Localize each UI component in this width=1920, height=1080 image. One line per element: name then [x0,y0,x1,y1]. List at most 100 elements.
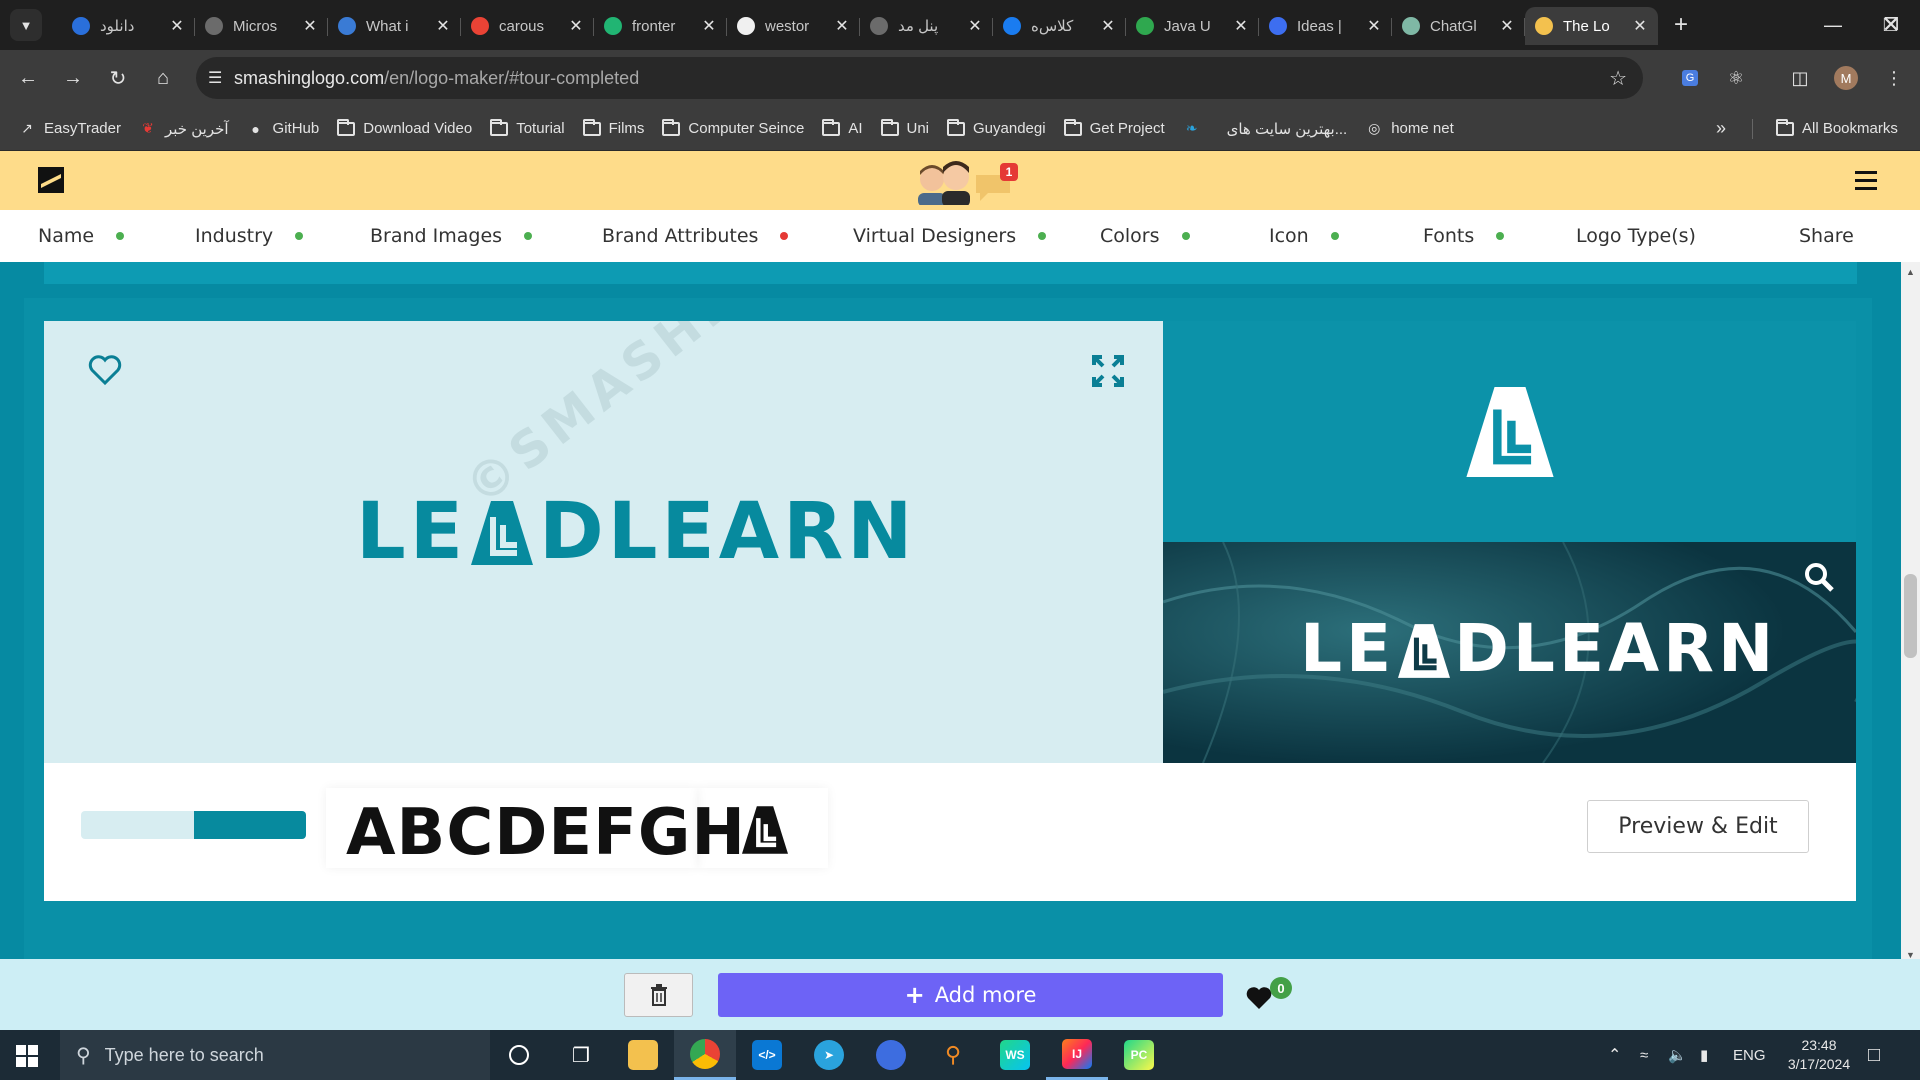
wizard-step[interactable]: Colors [1100,210,1190,262]
windows-start-icon[interactable] [16,1045,38,1072]
wizard-step[interactable]: Brand Images [370,210,533,262]
language-indicator[interactable]: ENG [1733,1030,1766,1080]
site-header: 1 [0,151,1920,210]
wifi-icon[interactable]: ≈ [1640,1030,1648,1080]
wizard-step[interactable]: Name [38,210,125,262]
browser-tab[interactable]: fronter ✕ [594,7,727,45]
minimize-button[interactable]: — [1804,0,1862,50]
translate-icon[interactable]: G [1672,60,1708,96]
tab-close-icon[interactable]: ✕ [1233,16,1249,36]
bookmark-item[interactable]: ❦ آخرین خبر [139,120,228,138]
file-explorer-icon[interactable] [612,1030,674,1080]
bookmark-item[interactable]: بهترین سایت های... [1227,120,1348,138]
browser-tab[interactable]: westor ✕ [727,7,860,45]
taskbar-search-box[interactable]: ⚲ Type here to search [60,1030,490,1080]
wizard-step[interactable]: Logo Type(s) [1576,210,1696,262]
webstorm-icon[interactable]: WS [984,1030,1046,1080]
telegram-icon[interactable]: ➤ [798,1030,860,1080]
page-scrollbar[interactable]: ▲ ▼ [1901,262,1920,962]
tab-close-icon[interactable]: ✕ [967,16,983,36]
new-tab-button[interactable]: + [1674,11,1688,39]
app-icon-blue[interactable] [860,1030,922,1080]
chrome-taskbar-icon[interactable] [674,1030,736,1080]
clock[interactable]: 23:48 3/17/2024 [1774,1030,1864,1080]
site-info-icon[interactable]: ☰ [208,68,234,88]
browser-tab[interactable]: دانلود ✕ [62,7,195,45]
delete-button[interactable] [624,973,693,1017]
browser-tab[interactable]: What i ✕ [328,7,461,45]
all-bookmarks-button[interactable]: All Bookmarks [1776,118,1898,137]
tab-close-icon[interactable]: ✕ [834,16,850,36]
scroll-up-arrow[interactable]: ▲ [1906,267,1915,277]
battery-icon[interactable]: ▮ [1700,1030,1708,1080]
task-view-icon[interactable]: ❐ [550,1030,612,1080]
browser-tab[interactable]: Micros ✕ [195,7,328,45]
profile-avatar[interactable]: M [1828,60,1864,96]
bookmark-item[interactable]: ❧ [1183,120,1209,137]
bookmark-item[interactable]: Toturial [490,118,565,137]
browser-tab[interactable]: کلاس‌ه ✕ [993,7,1126,45]
bookmark-item[interactable]: ◎ home net [1365,120,1454,137]
bookmark-item[interactable]: AI [822,118,863,137]
menu-kebab-icon[interactable]: ⋮ [1876,60,1912,96]
bookmark-item[interactable]: ↗ EasyTrader [18,120,121,137]
bookmark-item[interactable]: Guyandegi [947,118,1046,137]
tab-close-icon[interactable]: ✕ [302,16,318,36]
bookmark-item[interactable]: Films [582,118,644,137]
add-more-button[interactable]: + Add more [718,973,1223,1017]
bookmark-item[interactable]: ● GitHub [247,120,319,137]
tab-close-icon[interactable]: ✕ [435,16,451,36]
bookmark-item[interactable]: Get Project [1063,118,1165,137]
vscode-icon[interactable]: </> [736,1030,798,1080]
pycharm-icon[interactable]: PC [1108,1030,1170,1080]
browser-tab[interactable]: The Lo ✕ [1525,7,1658,45]
address-bar[interactable]: ☰ smashinglogo.com/en/logo-maker/#tour-c… [196,57,1643,99]
tab-close-icon[interactable]: ✕ [1100,16,1116,36]
intellij-icon[interactable]: IJ [1046,1030,1108,1080]
tab-search-button[interactable]: ▼ [10,9,42,41]
hamburger-menu-icon[interactable] [1855,171,1877,190]
browser-tab[interactable]: carous ✕ [461,7,594,45]
tab-close-icon[interactable]: ✕ [1366,16,1382,36]
tab-close-icon[interactable]: ✕ [701,16,717,36]
side-panel-icon[interactable]: ◫ [1782,60,1818,96]
fullscreen-expand-icon[interactable] [1091,354,1125,388]
tray-chevron-icon[interactable]: ⌃ [1608,1030,1621,1080]
smashinglogo-logo-icon[interactable] [38,167,64,193]
wizard-step[interactable]: Industry [195,210,304,262]
wizard-step[interactable]: Fonts [1423,210,1505,262]
wizard-step[interactable]: Share [1799,210,1854,262]
wizard-step[interactable]: Virtual Designers [853,210,1047,262]
wizard-step[interactable]: Icon [1269,210,1339,262]
extensions-icon[interactable]: ⚛ [1718,60,1754,96]
virtual-designers-avatar[interactable] [912,159,982,205]
reload-button[interactable]: ↻ [98,59,138,99]
tab-close-icon[interactable]: ✕ [568,16,584,36]
zoom-search-icon[interactable] [1804,562,1834,592]
cortana-icon[interactable] [488,1030,550,1080]
notifications-icon[interactable]: □ [1868,1030,1880,1080]
browser-tab[interactable]: Ideas | ✕ [1259,7,1392,45]
browser-tab[interactable]: ChatGl ✕ [1392,7,1525,45]
preview-edit-button[interactable]: Preview & Edit [1587,800,1809,853]
bookmark-star-icon[interactable]: ☆ [1609,66,1627,91]
bookmark-item[interactable]: Download Video [337,118,472,137]
tab-close-icon[interactable]: ✕ [1632,16,1648,36]
search-app-icon[interactable]: ⚲ [922,1030,984,1080]
more-bookmarks-icon[interactable]: » [1716,118,1726,139]
volume-icon[interactable]: 🔈 [1668,1030,1687,1080]
tab-close-icon[interactable]: ✕ [1499,16,1515,36]
wizard-step[interactable]: Brand Attributes [602,210,789,262]
bookmark-item[interactable]: Uni [880,118,929,137]
forward-button[interactable]: → [53,59,93,99]
favorites-counter[interactable]: 0 [1246,977,1296,1013]
favorite-heart-icon[interactable] [88,354,122,386]
bookmark-item[interactable]: Computer Seince [662,118,804,137]
browser-tab[interactable]: پنل مد ✕ [860,7,993,45]
close-window-button[interactable]: ✕ [1862,0,1920,50]
tab-close-icon[interactable]: ✕ [169,16,185,36]
home-button[interactable]: ⌂ [143,59,183,99]
browser-tab[interactable]: Java U ✕ [1126,7,1259,45]
scrollbar-thumb[interactable] [1904,574,1917,658]
back-button[interactable]: ← [8,59,48,99]
